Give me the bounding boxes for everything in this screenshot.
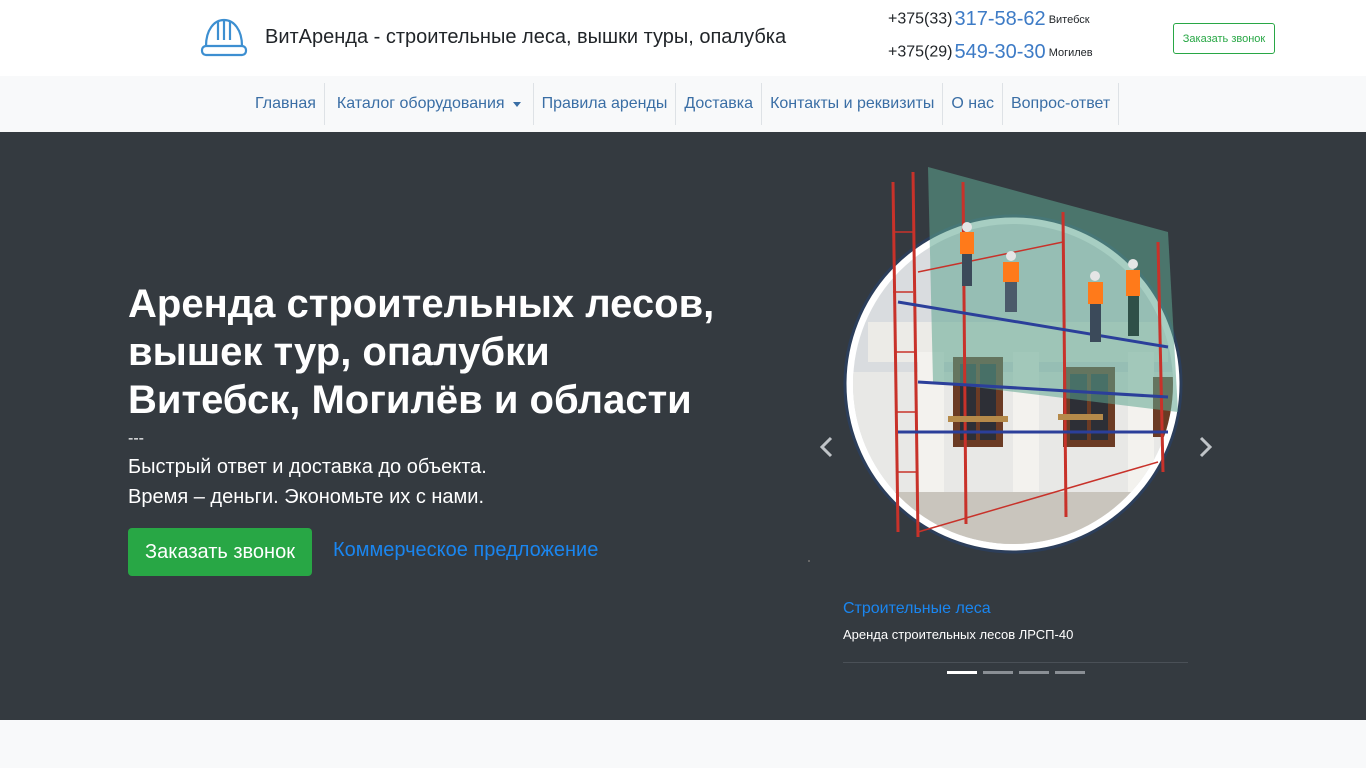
carousel: Строительные леса Аренда строительных ле… — [808, 152, 1222, 682]
carousel-caption-title[interactable]: Строительные леса — [843, 600, 991, 618]
carousel-indicator-4[interactable] — [1055, 671, 1085, 674]
chevron-left-icon — [819, 436, 833, 458]
phone-city: Витебск — [1048, 13, 1090, 26]
hard-hat-icon[interactable] — [200, 16, 248, 60]
nav-item-label: О нас — [951, 95, 994, 112]
nav-item-label: Каталог оборудования — [336, 95, 505, 112]
phone-code: +375(33) — [888, 10, 953, 28]
phone-mogilev[interactable]: +375(29) 549-30-30 Могилев — [888, 41, 1093, 64]
nav-item-faq[interactable]: Вопрос-ответ — [1003, 83, 1120, 125]
main-nav: Главная Каталог оборудования Правила аре… — [0, 76, 1366, 132]
phone-code: +375(29) — [888, 43, 953, 61]
nav-item-about[interactable]: О нас — [943, 83, 1003, 125]
nav-item-rules[interactable]: Правила аренды — [534, 83, 677, 125]
hero-section: Аренда строительных лесов, вышек тур, оп… — [0, 132, 1366, 720]
caption-divider — [843, 662, 1188, 663]
phone-number[interactable]: 549-30-30 — [955, 41, 1046, 63]
hero-callback-button[interactable]: Заказать звонок — [128, 528, 312, 576]
hero-subtitle-line: Время – деньги. Экономьте их с нами. — [128, 486, 485, 508]
nav-item-label: Доставка — [684, 95, 754, 112]
chevron-right-icon — [1199, 436, 1213, 458]
carousel-indicator-2[interactable] — [983, 671, 1013, 674]
decorative-dot — [808, 560, 810, 562]
hero-title-line: Витебск, Могилёв и области — [128, 378, 692, 422]
hero-title-line: вышек тур, опалубки — [128, 330, 550, 374]
phone-city: Могилев — [1048, 46, 1093, 59]
nav-item-label: Правила аренды — [541, 95, 668, 112]
carousel-indicator-3[interactable] — [1019, 671, 1049, 674]
phone-number[interactable]: 317-58-62 — [955, 8, 1046, 30]
hero-separator: --- — [128, 430, 144, 447]
carousel-next-button[interactable] — [1196, 432, 1216, 462]
nav-item-label: Вопрос-ответ — [1010, 95, 1111, 112]
caret-down-icon — [512, 101, 521, 107]
hero-title: Аренда строительных лесов, вышек тур, оп… — [128, 280, 728, 424]
callback-button[interactable]: Заказать звонок — [1173, 23, 1275, 54]
hero-subtitle-line: Быстрый ответ и доставка до объекта. — [128, 456, 487, 478]
nav-item-label: Главная — [255, 95, 316, 112]
nav-item-delivery[interactable]: Доставка — [676, 83, 763, 125]
nav-item-label: Контакты и реквизиты — [770, 95, 935, 112]
hero-title-line: Аренда строительных лесов, — [128, 282, 715, 326]
carousel-prev-button[interactable] — [816, 432, 836, 462]
carousel-caption-text: Аренда строительных лесов ЛРСП-40 — [843, 627, 1074, 642]
phone-vitebsk[interactable]: +375(33) 317-58-62 Витебск — [888, 8, 1090, 31]
carousel-indicators — [947, 671, 1085, 674]
nav-item-home[interactable]: Главная — [247, 83, 325, 125]
nav-item-contacts[interactable]: Контакты и реквизиты — [762, 83, 944, 125]
nav-list: Главная Каталог оборудования Правила аре… — [247, 83, 1120, 125]
nav-item-catalog[interactable]: Каталог оборудования — [325, 83, 534, 125]
scaffolding-photo — [843, 167, 1183, 554]
carousel-indicator-1[interactable] — [947, 671, 977, 674]
hero-subtitle: Быстрый ответ и доставка до объекта. Вре… — [128, 452, 487, 512]
site-title[interactable]: ВитАренда - строительные леса, вышки тур… — [265, 26, 786, 49]
commercial-offer-link[interactable]: Коммерческое предложение — [333, 539, 598, 562]
header: ВитАренда - строительные леса, вышки тур… — [0, 0, 1366, 76]
